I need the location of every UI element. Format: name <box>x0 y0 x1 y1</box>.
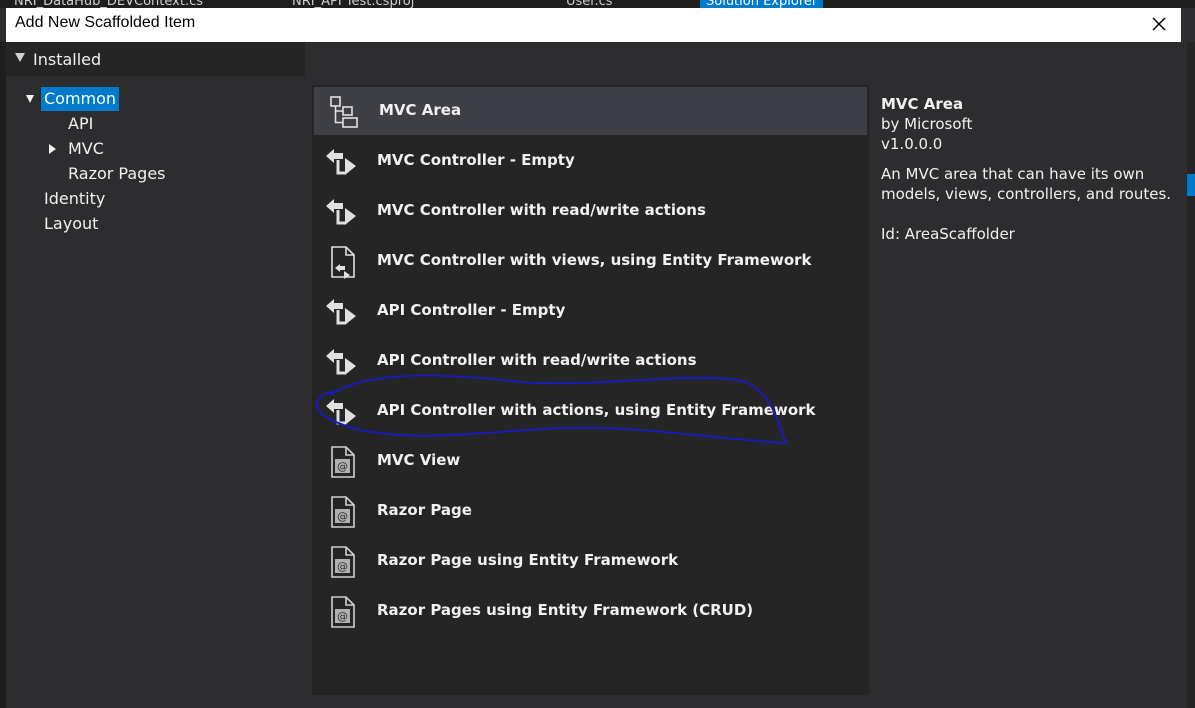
template-label: Razor Page using Entity Framework <box>377 551 679 569</box>
svg-text:@: @ <box>337 560 348 573</box>
scaffold-dialog: Installed Common API MVC Razor Pages Ide… <box>6 42 1187 708</box>
installed-label: Installed <box>33 50 102 69</box>
svg-text:@: @ <box>337 460 348 473</box>
template-item-mvc-area[interactable]: MVC Area <box>314 87 867 135</box>
template-label: Razor Pages using Entity Framework (CRUD… <box>377 601 754 619</box>
ide-tab-strip: NRI_DataHub_DEVContext.cs NRI_API Test.c… <box>0 0 1195 9</box>
tree-item-label: Razor Pages <box>68 164 166 183</box>
template-item-api-controller-rw[interactable]: API Controller with read/write actions <box>312 337 869 385</box>
template-item-razor-pages-crud[interactable]: @ Razor Pages using Entity Framework (CR… <box>312 587 869 635</box>
template-label: MVC Controller - Empty <box>377 151 575 169</box>
template-item-razor-page-ef[interactable]: @ Razor Page using Entity Framework <box>312 537 869 585</box>
collapse-arrow-icon[interactable] <box>15 53 25 62</box>
razor-page-icon: @ <box>331 496 355 528</box>
template-item-mvc-controller-empty[interactable]: MVC Controller - Empty <box>312 137 869 185</box>
details-panel: MVC Area by Microsoft v1.0.0.0 An MVC ar… <box>881 94 1181 244</box>
installed-header[interactable]: Installed <box>6 42 305 76</box>
razor-page-icon: @ <box>331 446 355 478</box>
detail-name: MVC Area <box>881 95 964 113</box>
controller-icon <box>326 149 356 175</box>
expanded-arrow-icon[interactable] <box>26 95 34 103</box>
ide-right-edge <box>1187 42 1195 708</box>
svg-text:@: @ <box>337 510 348 523</box>
detail-description: An MVC area that can have its own models… <box>881 165 1172 203</box>
tree-item-layout[interactable]: Layout <box>44 212 98 236</box>
razor-page-icon: @ <box>331 596 355 628</box>
detail-author: by Microsoft <box>881 115 973 133</box>
template-label: API Controller with actions, using Entit… <box>377 401 816 419</box>
dialog-titlebar: Add New Scaffolded Item <box>6 8 1181 42</box>
detail-version: v1.0.0.0 <box>881 135 943 153</box>
template-label: MVC Area <box>379 101 462 119</box>
detail-id: Id: AreaScaffolder <box>881 225 1015 243</box>
template-label: Razor Page <box>377 501 472 519</box>
tree-item-label: Common <box>41 87 120 111</box>
collapsed-arrow-icon[interactable] <box>49 144 56 154</box>
razor-page-icon: @ <box>331 546 355 578</box>
controller-icon <box>326 349 356 375</box>
tree-item-label: API <box>68 114 94 133</box>
tree-item-razor-pages[interactable]: Razor Pages <box>68 162 166 186</box>
tree-item-label: Identity <box>44 189 106 208</box>
controller-icon <box>326 199 356 225</box>
template-label: MVC View <box>377 451 461 469</box>
close-icon[interactable] <box>1147 12 1171 36</box>
page-controller-icon <box>331 246 355 279</box>
svg-text:@: @ <box>337 610 348 623</box>
template-label: API Controller - Empty <box>377 301 566 319</box>
controller-icon <box>326 399 356 425</box>
dialog-title: Add New Scaffolded Item <box>15 14 196 31</box>
template-item-mvc-controller-rw[interactable]: MVC Controller with read/write actions <box>312 187 869 235</box>
template-item-razor-page[interactable]: @ Razor Page <box>312 487 869 535</box>
tree-item-api[interactable]: API <box>68 112 93 136</box>
tree-item-identity[interactable]: Identity <box>44 187 105 211</box>
template-list: MVC Area MVC Controller - Empty MVC Cont… <box>312 85 869 695</box>
tree-item-label: MVC <box>68 139 104 158</box>
template-item-mvc-view[interactable]: @ MVC View <box>312 437 869 485</box>
tree-item-label: Layout <box>44 214 99 233</box>
template-label: MVC Controller with read/write actions <box>377 201 706 219</box>
template-item-api-controller-empty[interactable]: API Controller - Empty <box>312 287 869 335</box>
ide-right-accent <box>1187 174 1195 196</box>
controller-icon <box>326 299 356 325</box>
area-icon <box>330 96 358 128</box>
template-label: MVC Controller with views, using Entity … <box>377 251 812 269</box>
template-item-api-controller-ef[interactable]: API Controller with actions, using Entit… <box>312 387 869 435</box>
template-item-mvc-controller-views-ef[interactable]: MVC Controller with views, using Entity … <box>312 237 869 285</box>
template-label: API Controller with read/write actions <box>377 351 697 369</box>
